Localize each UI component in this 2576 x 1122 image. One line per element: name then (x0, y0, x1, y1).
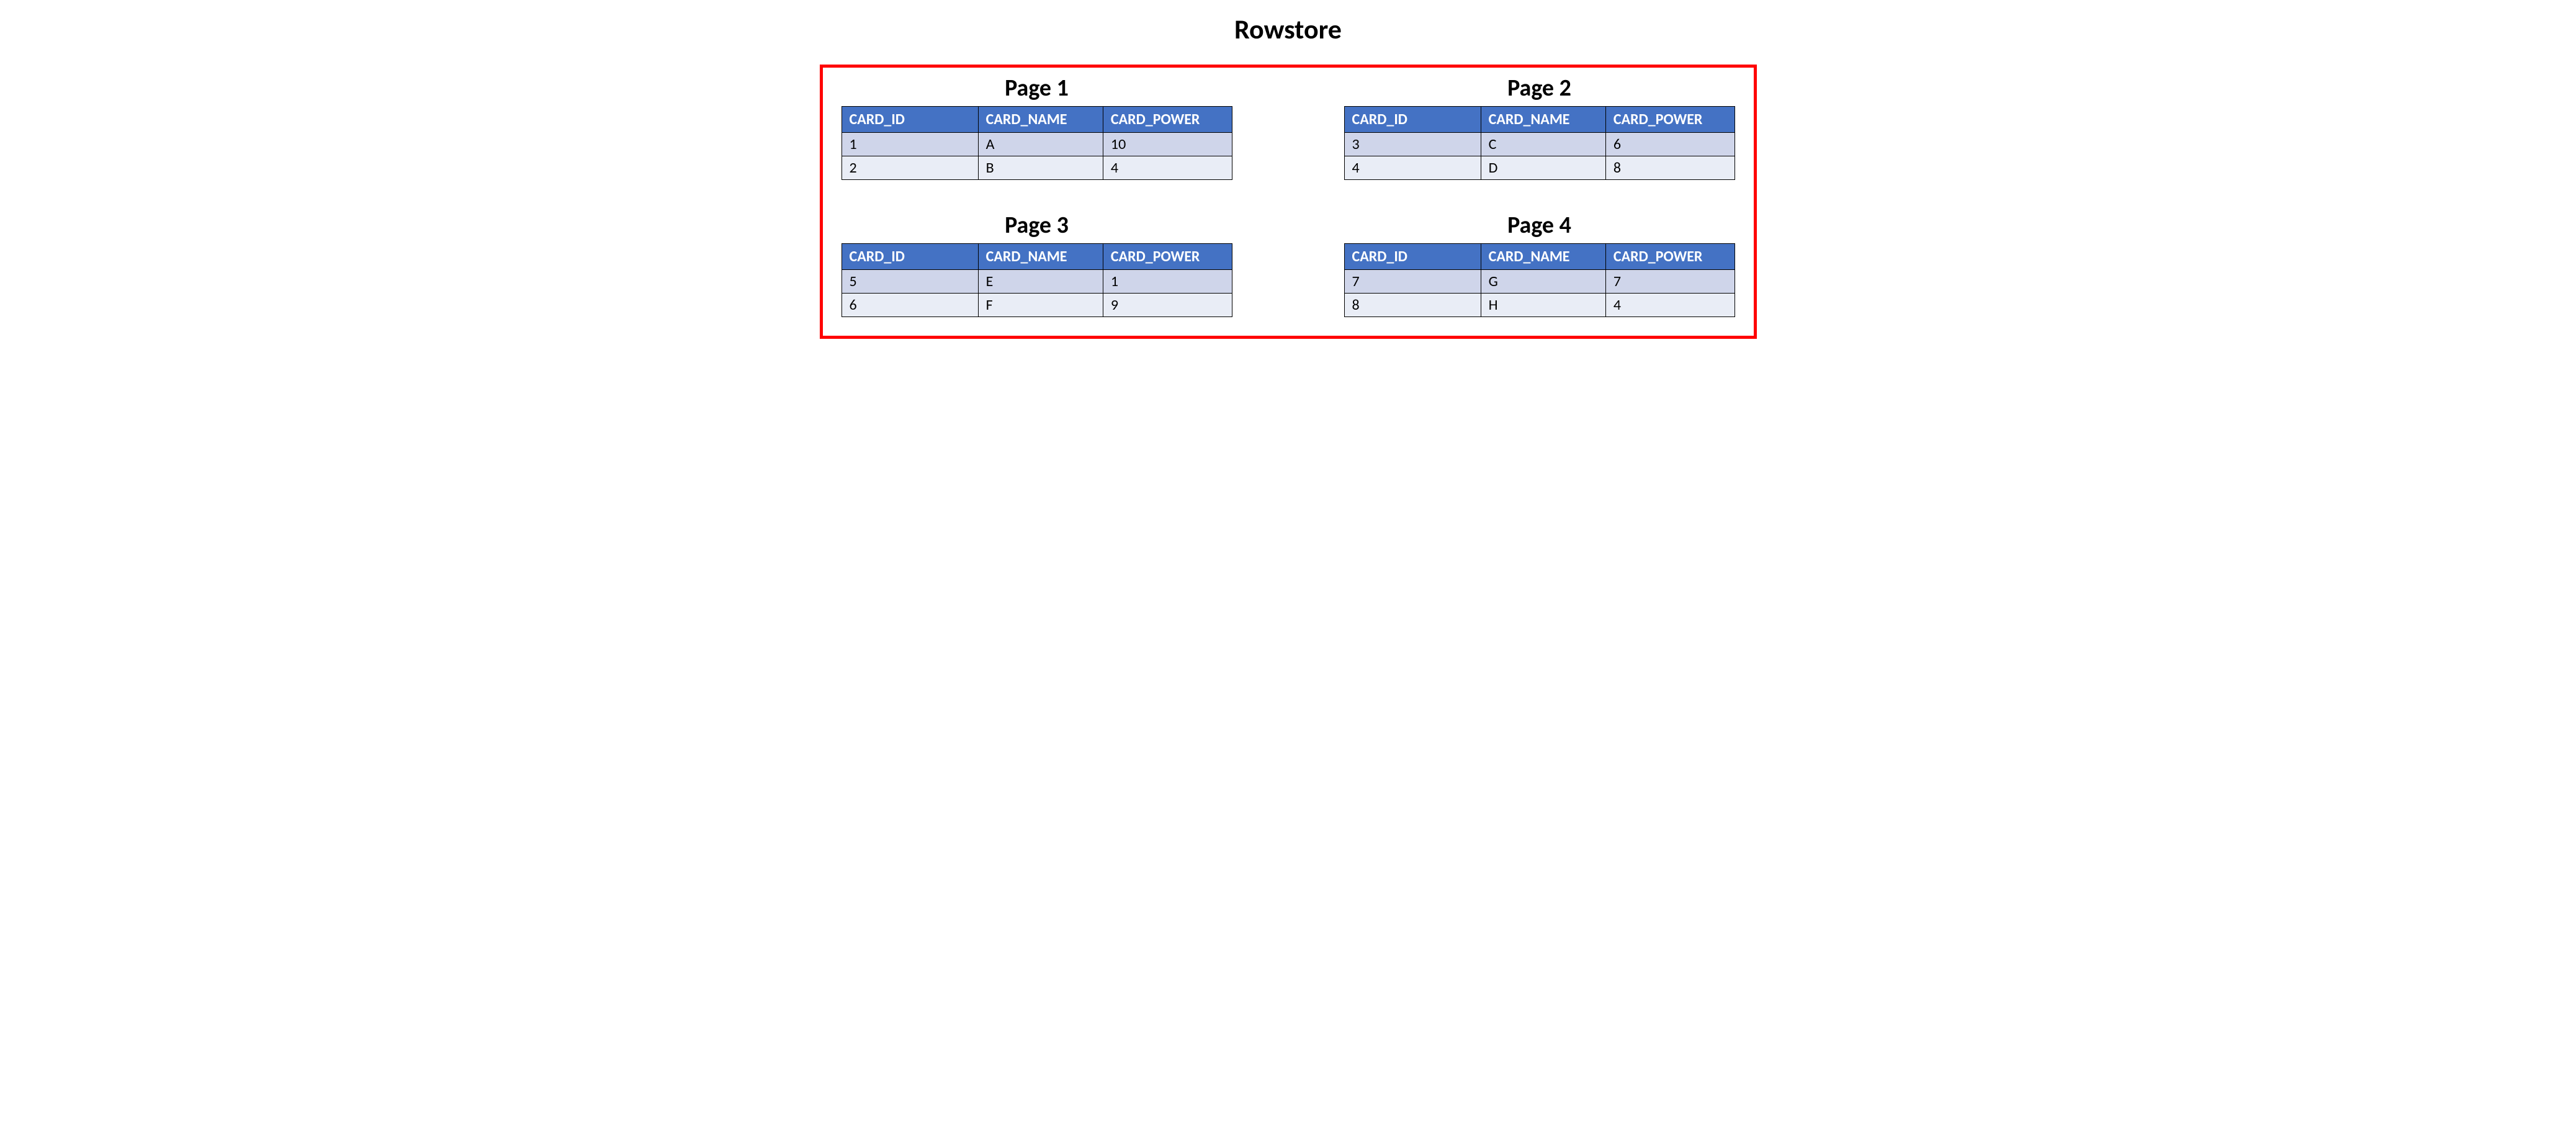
cell-card-name: B (978, 156, 1103, 180)
page-title: Page 2 (1344, 74, 1735, 102)
page-title: Page 1 (841, 74, 1232, 102)
page-title: Page 3 (841, 211, 1232, 240)
cell-card-name: G (1481, 270, 1605, 294)
page-table: CARD_ID CARD_NAME CARD_POWER 3 C 6 4 D 8 (1344, 106, 1735, 180)
cell-card-id: 4 (1344, 156, 1481, 180)
col-header-card-id: CARD_ID (841, 107, 978, 133)
cell-card-id: 6 (841, 294, 978, 317)
col-header-card-name: CARD_NAME (1481, 107, 1605, 133)
col-header-card-id: CARD_ID (841, 244, 978, 270)
col-header-card-power: CARD_POWER (1605, 107, 1735, 133)
page-title: Page 4 (1344, 211, 1735, 240)
page-block-1: Page 1 CARD_ID CARD_NAME CARD_POWER 1 A … (841, 74, 1232, 180)
cell-card-id: 7 (1344, 270, 1481, 294)
col-header-card-power: CARD_POWER (1605, 244, 1735, 270)
cell-card-id: 8 (1344, 294, 1481, 317)
cell-card-id: 5 (841, 270, 978, 294)
table-row: 3 C 6 (1344, 133, 1735, 156)
cell-card-power: 7 (1605, 270, 1735, 294)
cell-card-name: H (1481, 294, 1605, 317)
cell-card-power: 1 (1103, 270, 1232, 294)
col-header-card-power: CARD_POWER (1103, 107, 1232, 133)
cell-card-name: E (978, 270, 1103, 294)
table-row: 8 H 4 (1344, 294, 1735, 317)
page-table: CARD_ID CARD_NAME CARD_POWER 1 A 10 2 B … (841, 106, 1232, 180)
page-table: CARD_ID CARD_NAME CARD_POWER 7 G 7 8 H 4 (1344, 243, 1735, 317)
page-table: CARD_ID CARD_NAME CARD_POWER 5 E 1 6 F 9 (841, 243, 1232, 317)
table-row: 2 B 4 (841, 156, 1232, 180)
page-block-2: Page 2 CARD_ID CARD_NAME CARD_POWER 3 C … (1344, 74, 1735, 180)
cell-card-power: 8 (1605, 156, 1735, 180)
col-header-card-id: CARD_ID (1344, 107, 1481, 133)
col-header-card-id: CARD_ID (1344, 244, 1481, 270)
page-block-3: Page 3 CARD_ID CARD_NAME CARD_POWER 5 E … (841, 211, 1232, 317)
cell-card-power: 4 (1605, 294, 1735, 317)
table-row: 6 F 9 (841, 294, 1232, 317)
table-row: 1 A 10 (841, 133, 1232, 156)
cell-card-power: 9 (1103, 294, 1232, 317)
col-header-card-name: CARD_NAME (978, 244, 1103, 270)
col-header-card-power: CARD_POWER (1103, 244, 1232, 270)
cell-card-name: C (1481, 133, 1605, 156)
table-row: 5 E 1 (841, 270, 1232, 294)
cell-card-id: 2 (841, 156, 978, 180)
cell-card-id: 3 (1344, 133, 1481, 156)
col-header-card-name: CARD_NAME (978, 107, 1103, 133)
col-header-card-name: CARD_NAME (1481, 244, 1605, 270)
page-block-4: Page 4 CARD_ID CARD_NAME CARD_POWER 7 G … (1344, 211, 1735, 317)
cell-card-name: F (978, 294, 1103, 317)
cell-card-id: 1 (841, 133, 978, 156)
cell-card-power: 10 (1103, 133, 1232, 156)
cell-card-name: D (1481, 156, 1605, 180)
table-header-row: CARD_ID CARD_NAME CARD_POWER (1344, 244, 1735, 270)
cell-card-name: A (978, 133, 1103, 156)
table-header-row: CARD_ID CARD_NAME CARD_POWER (841, 107, 1232, 133)
rowstore-container: Page 1 CARD_ID CARD_NAME CARD_POWER 1 A … (820, 65, 1757, 339)
table-header-row: CARD_ID CARD_NAME CARD_POWER (1344, 107, 1735, 133)
cell-card-power: 6 (1605, 133, 1735, 156)
cell-card-power: 4 (1103, 156, 1232, 180)
table-row: 7 G 7 (1344, 270, 1735, 294)
diagram-title: Rowstore (6, 12, 2570, 46)
table-header-row: CARD_ID CARD_NAME CARD_POWER (841, 244, 1232, 270)
table-row: 4 D 8 (1344, 156, 1735, 180)
